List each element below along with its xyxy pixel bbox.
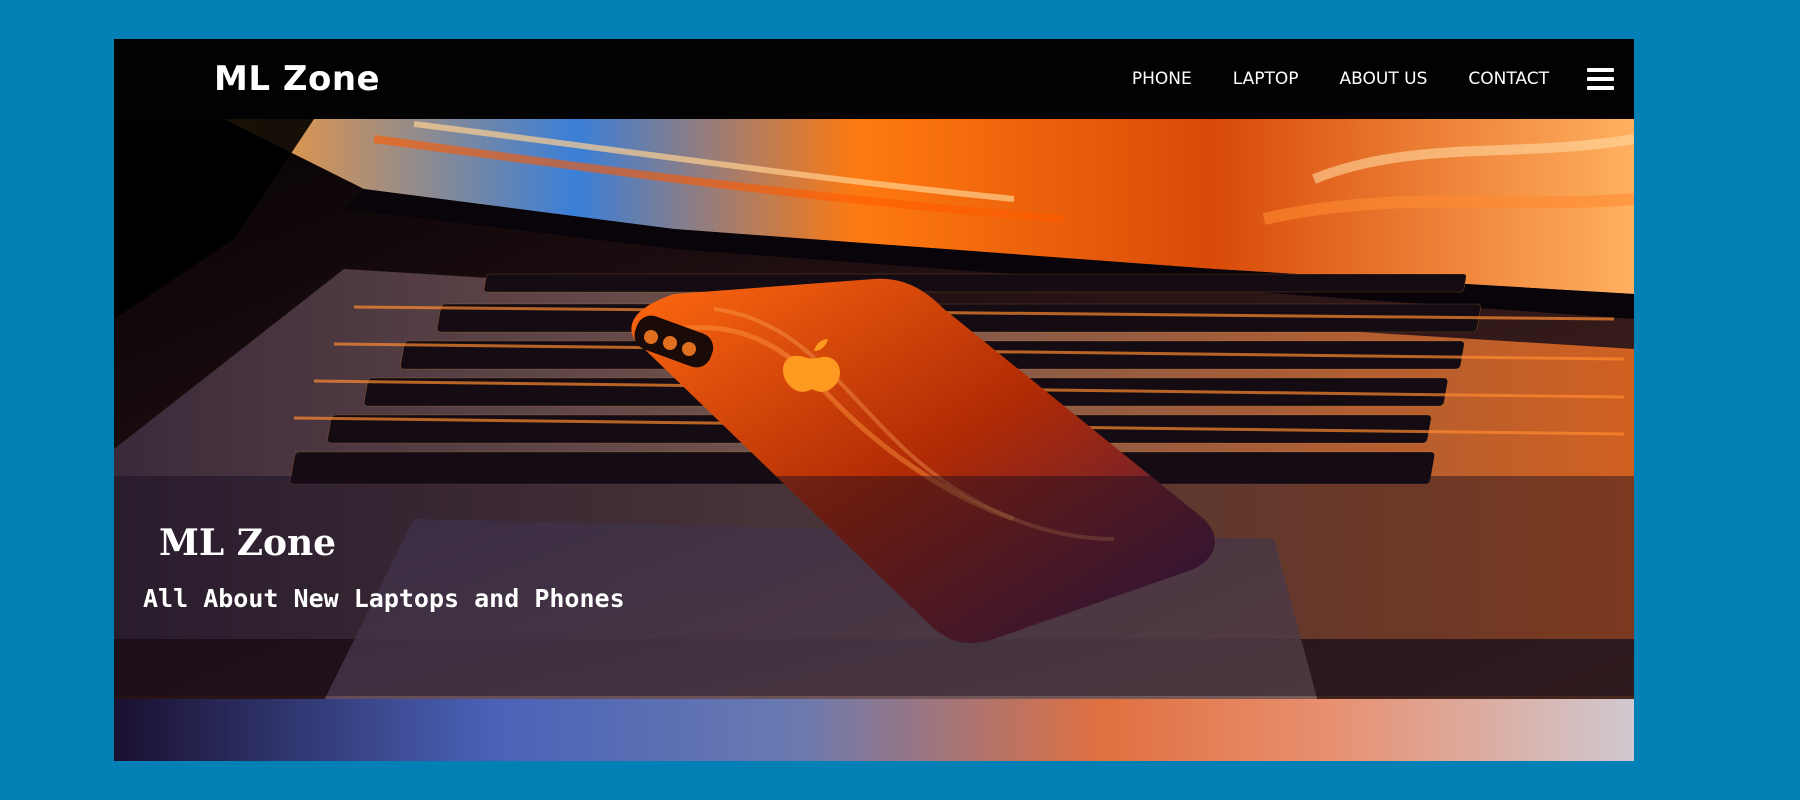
page-frame: ML Zone PHONE LAPTOP ABOUT US CONTACT ML… <box>114 39 1634 761</box>
nav-link-phone[interactable]: PHONE <box>1132 69 1192 89</box>
navbar: ML Zone PHONE LAPTOP ABOUT US CONTACT <box>114 39 1634 119</box>
brand-logo[interactable]: ML Zone <box>214 59 380 99</box>
hamburger-menu-icon[interactable] <box>1587 68 1614 90</box>
nav-links: PHONE LAPTOP ABOUT US CONTACT <box>1132 39 1614 119</box>
hero-title: ML Zone <box>159 522 337 564</box>
hero-subtitle: All About New Laptops and Phones <box>143 584 625 613</box>
hero-caption: ML Zone All About New Laptops and Phones <box>114 476 1634 696</box>
nav-link-about-us[interactable]: ABOUT US <box>1340 69 1428 89</box>
nav-link-laptop[interactable]: LAPTOP <box>1233 69 1299 89</box>
nav-link-contact[interactable]: CONTACT <box>1468 69 1549 89</box>
